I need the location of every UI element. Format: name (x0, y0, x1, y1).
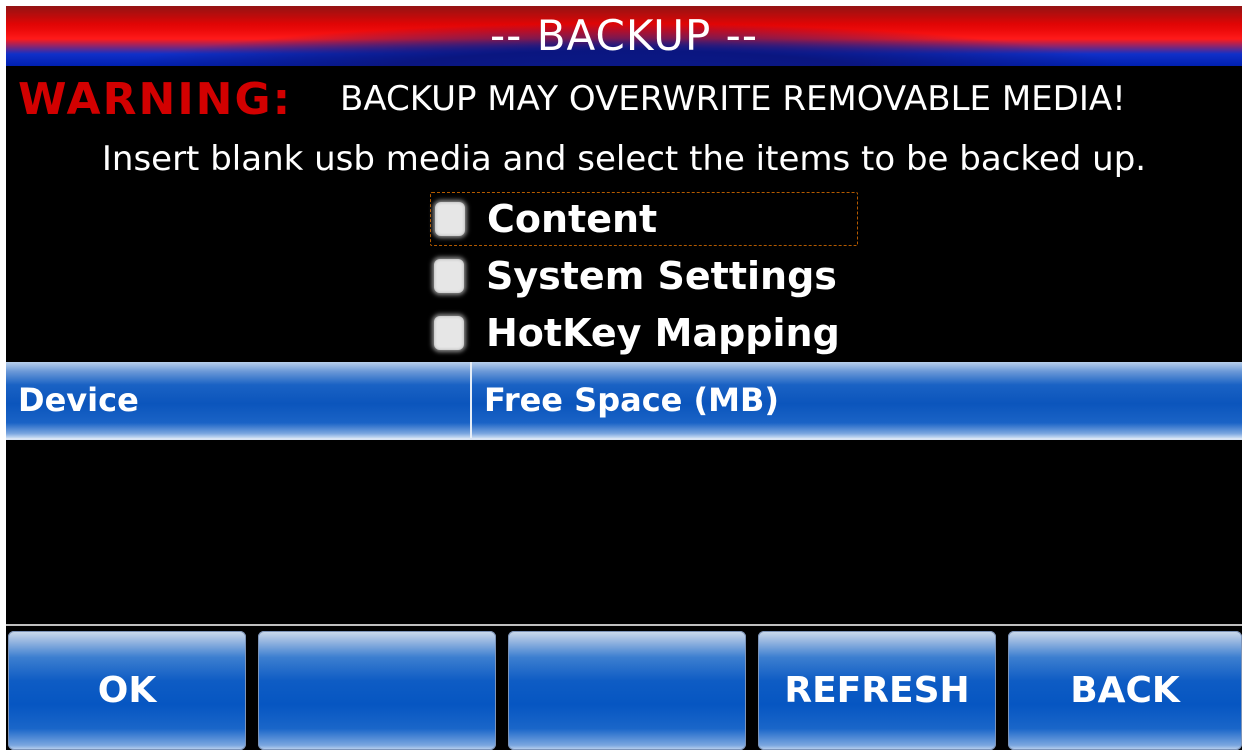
option-label-system-settings: System Settings (486, 254, 837, 298)
column-divider (470, 362, 472, 438)
backup-screen: -- BACKUP -- WARNING: BACKUP MAY OVERWRI… (6, 6, 1242, 750)
option-system-settings[interactable]: System Settings (430, 249, 858, 303)
page-title: -- BACKUP -- (490, 11, 758, 60)
table-divider (6, 624, 1242, 626)
option-label-hotkey-mapping: HotKey Mapping (486, 311, 840, 355)
unlabeled-button-1[interactable] (258, 631, 496, 750)
content-checkbox[interactable] (435, 202, 465, 236)
warning-label: WARNING: (18, 74, 293, 125)
device-table-body[interactable] (6, 440, 1242, 626)
device-table-header: Device Free Space (MB) (6, 362, 1242, 440)
option-content[interactable]: Content (430, 192, 858, 246)
option-label-content: Content (487, 197, 658, 241)
column-header-free-space[interactable]: Free Space (MB) (484, 362, 1224, 438)
column-header-device[interactable]: Device (18, 362, 468, 438)
hotkey-mapping-checkbox[interactable] (434, 316, 464, 350)
unlabeled-button-2[interactable] (508, 631, 746, 750)
instructions-text: Insert blank usb media and select the it… (101, 139, 1147, 179)
warning-message: BACKUP MAY OVERWRITE REMOVABLE MEDIA! (340, 79, 1126, 119)
ok-button[interactable]: OK (8, 631, 246, 750)
option-hotkey-mapping[interactable]: HotKey Mapping (430, 306, 858, 360)
refresh-button[interactable]: REFRESH (758, 631, 996, 750)
title-bar: -- BACKUP -- (6, 6, 1242, 66)
system-settings-checkbox[interactable] (434, 259, 464, 293)
back-button[interactable]: BACK (1008, 631, 1242, 750)
